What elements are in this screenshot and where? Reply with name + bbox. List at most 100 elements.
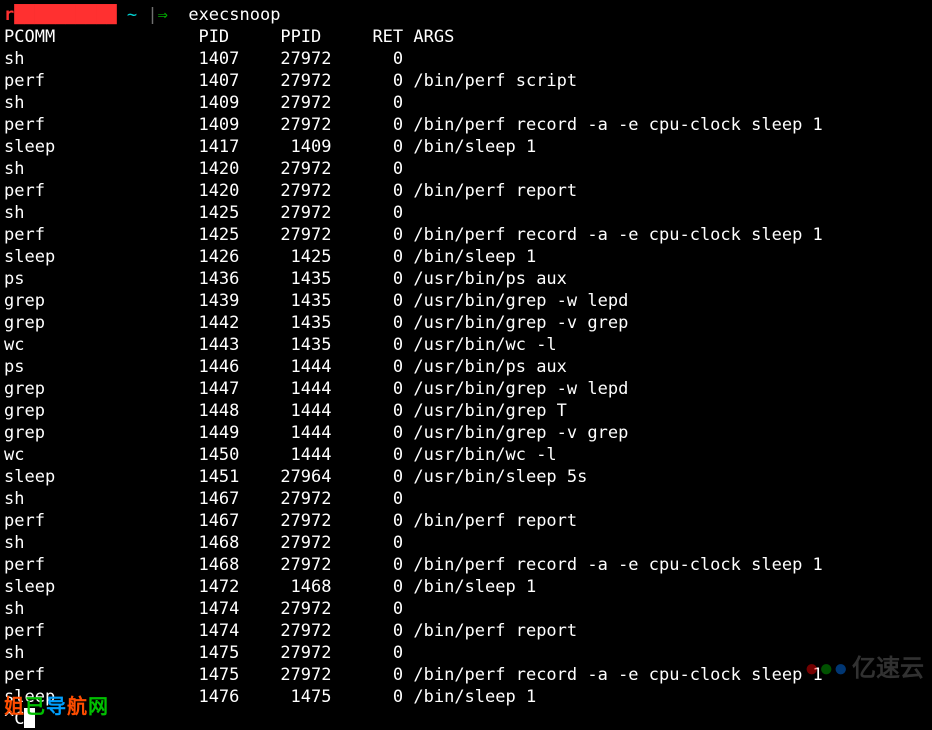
cell-ppid: 1444: [280, 378, 331, 400]
table-row: perf1425279720/bin/perf record -a -e cpu…: [4, 224, 928, 246]
cell-pid: 1426: [198, 246, 239, 268]
cell-pcomm: sh: [4, 202, 198, 224]
cell-pid: 1407: [198, 48, 239, 70]
cell-ppid: 1444: [280, 422, 331, 444]
cell-ret: 0: [372, 136, 403, 158]
cell-pid: 1425: [198, 202, 239, 224]
cell-pcomm: perf: [4, 180, 198, 202]
cell-args: /bin/sleep 1: [413, 136, 536, 158]
terminal-prompt-line[interactable]: r██████████ ~ | ⇒ execsnoop: [4, 4, 928, 26]
cell-args: /usr/bin/wc -l: [413, 334, 556, 356]
cell-ret: 0: [372, 510, 403, 532]
cell-pid: 1417: [198, 136, 239, 158]
cell-ppid: 1444: [280, 400, 331, 422]
cell-ppid: 27972: [280, 224, 331, 246]
table-row: sleep142614250/bin/sleep 1: [4, 246, 928, 268]
cell-pcomm: sleep: [4, 246, 198, 268]
cell-ppid: 27964: [280, 466, 331, 488]
cell-pid: 1407: [198, 70, 239, 92]
cell-args: /bin/perf report: [413, 620, 577, 642]
cell-pcomm: sh: [4, 488, 198, 510]
cell-ret: 0: [372, 444, 403, 466]
table-row: sh1475279720: [4, 642, 928, 664]
cell-ppid: 27972: [280, 48, 331, 70]
cell-pid: 1472: [198, 576, 239, 598]
table-row: perf1409279720/bin/perf record -a -e cpu…: [4, 114, 928, 136]
prompt-user: r██████████: [4, 4, 117, 26]
cell-args: /bin/perf report: [413, 180, 577, 202]
cell-ppid: 27972: [280, 92, 331, 114]
cell-ret: 0: [372, 158, 403, 180]
cell-args: /bin/perf report: [413, 510, 577, 532]
prompt-arrow-icon: ⇒: [158, 4, 168, 26]
header-pcomm: PCOMM: [4, 26, 198, 48]
cell-pid: 1425: [198, 224, 239, 246]
cell-pid: 1451: [198, 466, 239, 488]
cell-ret: 0: [372, 576, 403, 598]
cell-ret: 0: [372, 202, 403, 224]
cell-args: /bin/perf record -a -e cpu-clock sleep 1: [413, 114, 822, 136]
cell-ret: 0: [372, 642, 403, 664]
cell-pcomm: sh: [4, 532, 198, 554]
cell-pcomm: grep: [4, 312, 198, 334]
table-row: wc145014440/usr/bin/wc -l: [4, 444, 928, 466]
table-row: grep143914350/usr/bin/grep -w lepd: [4, 290, 928, 312]
table-row: perf1475279720/bin/perf record -a -e cpu…: [4, 664, 928, 686]
header-pid: PID: [198, 26, 239, 48]
cell-pid: 1467: [198, 510, 239, 532]
prompt-tilde-icon: ~: [127, 4, 137, 26]
table-row: sleep147614750/bin/sleep 1: [4, 686, 928, 708]
table-row: sh1468279720: [4, 532, 928, 554]
cell-ret: 0: [372, 70, 403, 92]
cell-ppid: 27972: [280, 202, 331, 224]
cell-pid: 1447: [198, 378, 239, 400]
table-row: wc144314350/usr/bin/wc -l: [4, 334, 928, 356]
cell-ppid: 27972: [280, 158, 331, 180]
cell-ret: 0: [372, 92, 403, 114]
cell-pcomm: perf: [4, 224, 198, 246]
cell-pid: 1449: [198, 422, 239, 444]
cell-args: /usr/bin/sleep 5s: [413, 466, 587, 488]
cell-ppid: 27972: [280, 180, 331, 202]
cell-pid: 1450: [198, 444, 239, 466]
cell-ppid: 27972: [280, 664, 331, 686]
cell-args: /bin/sleep 1: [413, 686, 536, 708]
cell-args: /bin/perf record -a -e cpu-clock sleep 1: [413, 554, 822, 576]
table-row: ps143614350/usr/bin/ps aux: [4, 268, 928, 290]
cell-ret: 0: [372, 180, 403, 202]
cell-args: /usr/bin/grep T: [413, 400, 567, 422]
cell-pcomm: sleep: [4, 136, 198, 158]
cell-pcomm: perf: [4, 510, 198, 532]
cell-ppid: 27972: [280, 598, 331, 620]
cell-pid: 1476: [198, 686, 239, 708]
cell-pid: 1409: [198, 92, 239, 114]
interrupt-line[interactable]: ^C: [4, 708, 928, 730]
table-row: sleep1451279640/usr/bin/sleep 5s: [4, 466, 928, 488]
cell-args: /usr/bin/ps aux: [413, 356, 567, 378]
command-text: execsnoop: [188, 4, 280, 26]
table-row: perf1474279720/bin/perf report: [4, 620, 928, 642]
table-row: perf1407279720/bin/perf script: [4, 70, 928, 92]
cell-pid: 1467: [198, 488, 239, 510]
cell-ret: 0: [372, 114, 403, 136]
process-table-header: PCOMM PID PPID RET ARGS: [4, 26, 928, 48]
cell-args: /bin/sleep 1: [413, 576, 536, 598]
cell-ret: 0: [372, 268, 403, 290]
cell-ppid: 1435: [280, 312, 331, 334]
cell-pid: 1439: [198, 290, 239, 312]
cell-args: /usr/bin/ps aux: [413, 268, 567, 290]
cell-pcomm: wc: [4, 444, 198, 466]
table-row: sh1467279720: [4, 488, 928, 510]
table-row: sh1409279720: [4, 92, 928, 114]
cell-args: /usr/bin/grep -v grep: [413, 312, 628, 334]
cell-ppid: 1435: [280, 290, 331, 312]
cell-pcomm: sleep: [4, 576, 198, 598]
cell-pcomm: perf: [4, 664, 198, 686]
cell-pid: 1474: [198, 598, 239, 620]
cell-ret: 0: [372, 686, 403, 708]
cell-ret: 0: [372, 312, 403, 334]
cell-ppid: 1444: [280, 356, 331, 378]
cell-ret: 0: [372, 554, 403, 576]
cell-ppid: 27972: [280, 554, 331, 576]
cell-ret: 0: [372, 664, 403, 686]
